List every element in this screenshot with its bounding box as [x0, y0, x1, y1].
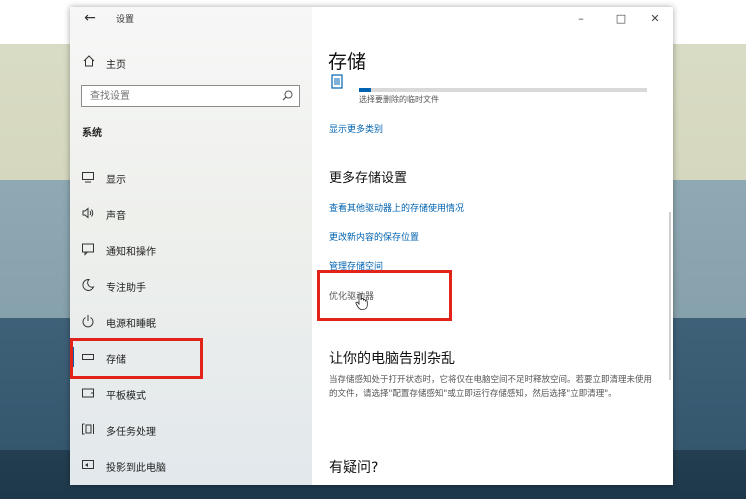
sidebar-item-tablet-mode[interactable]: 平板模式 — [70, 378, 312, 408]
minimize-icon[interactable]: – — [574, 12, 588, 26]
sidebar-item-label: 通知和操作 — [106, 247, 156, 258]
back-arrow-icon[interactable]: ← — [82, 10, 98, 26]
maximize-icon[interactable]: □ — [614, 12, 628, 26]
page-title: 存储 — [328, 51, 367, 73]
search-input[interactable] — [82, 86, 272, 106]
title-bar: ← 设置 — [70, 7, 312, 31]
questions-heading: 有疑问? — [329, 460, 379, 476]
sidebar: ← 设置 主页 系统 显示 声音 — [70, 7, 312, 485]
section-title: 系统 — [82, 128, 102, 139]
sidebar-item-label: 多任务处理 — [106, 427, 156, 438]
main-content: – □ ✕ 存储 选择要删除的临时文件 显示更多类别 更多存储设置 查看其他驱动… — [312, 7, 673, 485]
trash-icon — [331, 74, 343, 89]
declutter-description: 当存储感知处于打开状态时，它将仅在电脑空间不足时释放空间。若要立即清理未使用的文… — [329, 375, 653, 399]
view-other-drives-link[interactable]: 查看其他驱动器上的存储使用情况 — [329, 201, 464, 214]
sidebar-item-display[interactable]: 显示 — [70, 162, 312, 192]
sidebar-item-focus-assist[interactable]: 专注助手 — [70, 270, 312, 300]
sidebar-item-label: 显示 — [106, 175, 126, 186]
multitask-icon — [82, 423, 94, 435]
highlight-box-storage — [70, 338, 203, 379]
sidebar-item-label: 投影到此电脑 — [106, 463, 166, 474]
highlight-box-optimize — [317, 270, 452, 321]
sidebar-item-power[interactable]: 电源和睡眠 — [70, 306, 312, 336]
sidebar-item-multitasking[interactable]: 多任务处理 — [70, 414, 312, 444]
moon-icon — [82, 278, 95, 291]
hand-cursor-icon — [355, 293, 368, 310]
sidebar-item-label: 声音 — [106, 211, 126, 222]
tablet-icon — [82, 388, 94, 398]
storage-usage-fill — [359, 88, 371, 92]
sidebar-item-notifications[interactable]: 通知和操作 — [70, 234, 312, 264]
sidebar-item-label: 电源和睡眠 — [106, 319, 156, 330]
power-icon — [82, 315, 94, 328]
declutter-heading: 让你的电脑告别杂乱 — [329, 351, 455, 367]
speaker-icon — [82, 207, 94, 219]
home-icon — [83, 55, 95, 67]
close-icon[interactable]: ✕ — [648, 12, 662, 26]
search-box[interactable] — [81, 85, 300, 107]
window-title: 设置 — [116, 15, 135, 25]
show-more-categories-link[interactable]: 显示更多类别 — [329, 122, 383, 135]
project-icon — [82, 460, 94, 469]
scrollbar[interactable] — [669, 212, 671, 380]
home-label: 主页 — [106, 60, 126, 71]
settings-window: ← 设置 主页 系统 显示 声音 — [70, 7, 673, 485]
notification-icon — [82, 243, 94, 256]
change-save-location-link[interactable]: 更改新内容的保存位置 — [329, 230, 419, 243]
storage-usage-bar — [359, 88, 647, 92]
sidebar-item-home[interactable]: 主页 — [70, 51, 312, 73]
sidebar-item-label: 专注助手 — [106, 283, 146, 294]
search-icon[interactable] — [281, 89, 294, 102]
sidebar-item-project[interactable]: 投影到此电脑 — [70, 450, 312, 480]
more-storage-settings-heading: 更多存储设置 — [329, 171, 408, 186]
sidebar-item-label: 平板模式 — [106, 391, 146, 402]
monitor-icon — [82, 172, 94, 183]
temp-files-note: 选择要删除的临时文件 — [359, 95, 439, 104]
sidebar-item-sound[interactable]: 声音 — [70, 198, 312, 228]
